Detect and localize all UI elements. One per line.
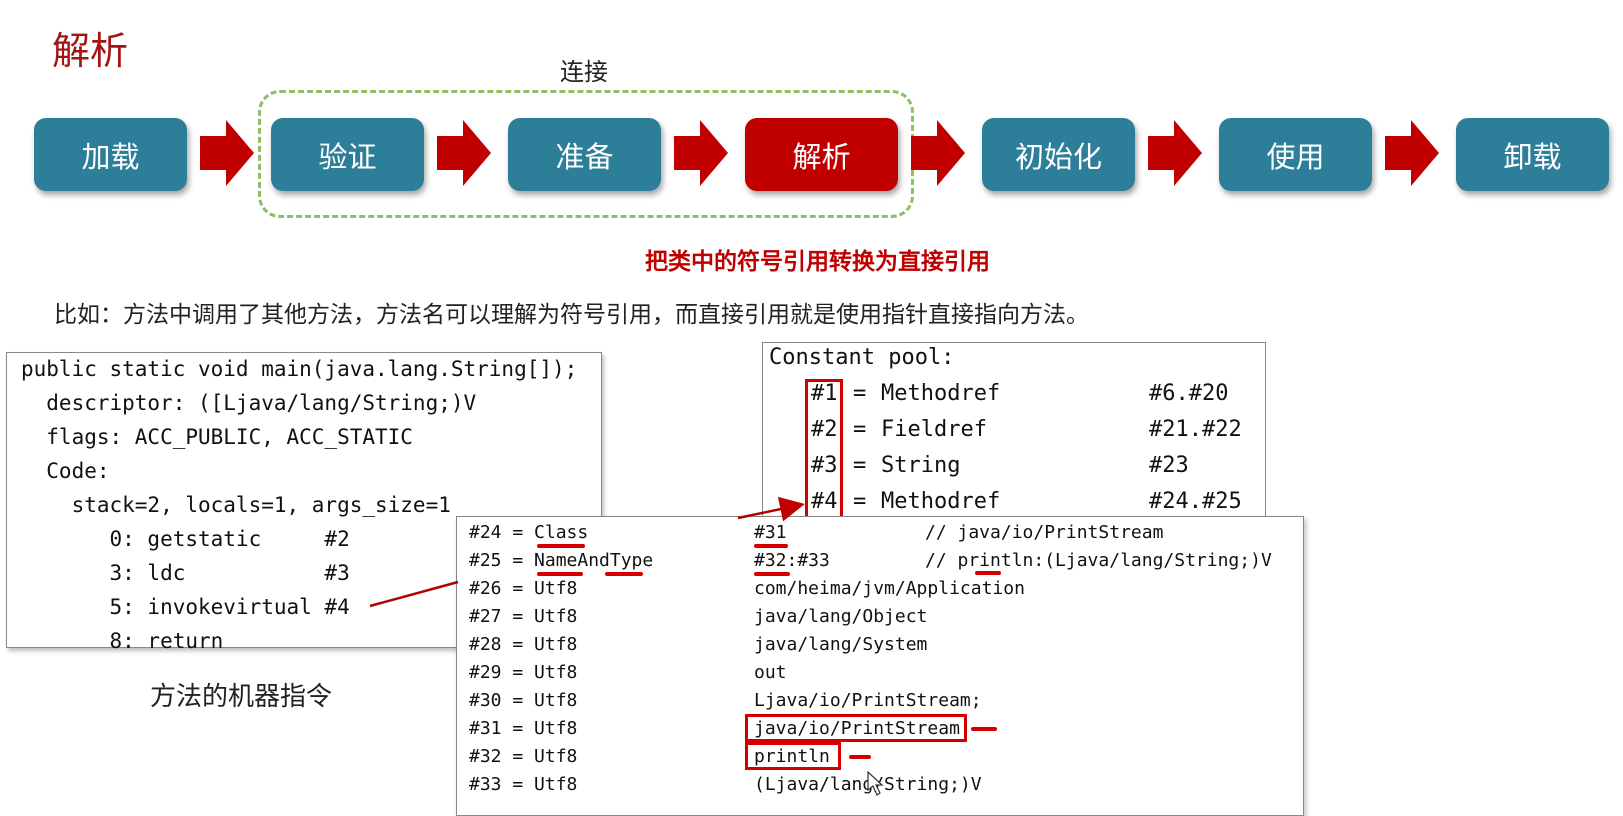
methodref-connector — [737, 496, 805, 522]
invokevirtual-connector — [369, 580, 459, 608]
connector-lines — [369, 496, 884, 796]
mouse-cursor-icon — [867, 770, 884, 796]
